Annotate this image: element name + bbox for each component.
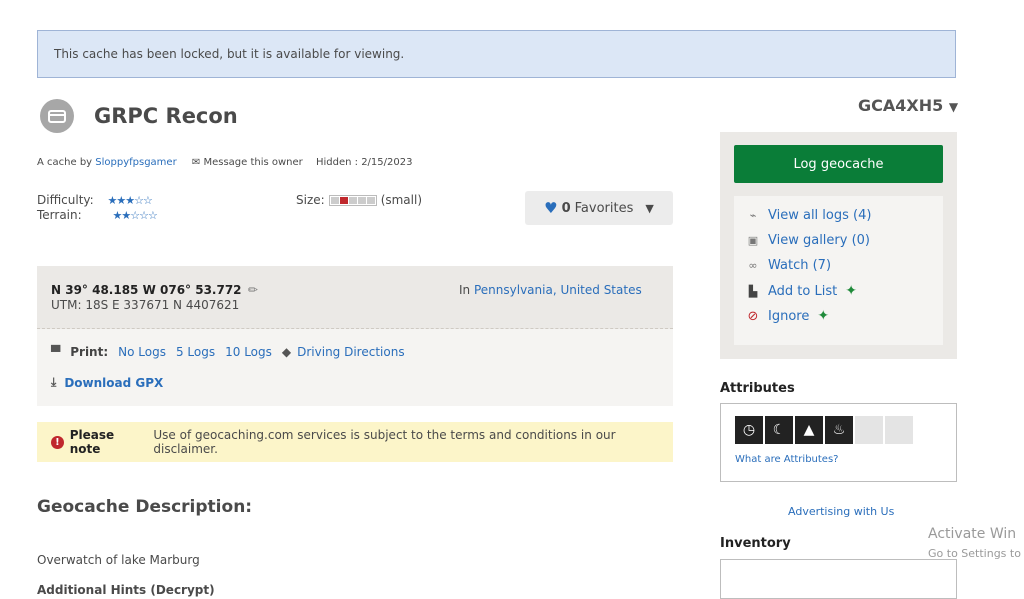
download-gpx-link[interactable]: Download GPX xyxy=(64,376,163,390)
add-to-list-link[interactable]: Add to List xyxy=(768,284,837,299)
activation-watermark-sub: Go to Settings to xyxy=(928,547,1021,560)
edit-pencil-icon[interactable]: ✏ xyxy=(248,283,258,297)
location: In Pennsylvania, United States xyxy=(459,283,642,297)
tent-icon: ▲ xyxy=(795,416,823,444)
activation-watermark: Activate Win xyxy=(928,526,1017,542)
alert-icon: ! xyxy=(51,435,64,449)
binoculars-icon: ∞ xyxy=(748,259,758,272)
locked-banner-text: This cache has been locked, but it is av… xyxy=(54,47,405,61)
favorites-label: Favorites xyxy=(574,200,634,216)
print-5-logs-link[interactable]: 5 Logs xyxy=(176,345,215,359)
driving-directions-link[interactable]: Driving Directions xyxy=(297,345,404,359)
favorites-count: 0 xyxy=(561,200,571,216)
terrain-stars: ★★☆☆☆ xyxy=(112,209,158,222)
sidebar-links: ⌁ View all logs (4) ▣ View gallery (0) ∞… xyxy=(734,196,943,345)
difficulty-terrain: Difficulty: ★★★☆☆ Terrain: ★★☆☆☆ xyxy=(37,193,158,223)
print-no-logs-link[interactable]: No Logs xyxy=(118,345,166,359)
cache-size: Size: (small) xyxy=(296,193,422,207)
note-bold: Please note xyxy=(69,428,115,456)
size-meter xyxy=(328,194,377,206)
owner-link[interactable]: Sloppyfpsgamer xyxy=(95,157,176,168)
print-options: ▀ Print: No Logs 5 Logs 10 Logs ◆ Drivin… xyxy=(51,345,405,359)
coordinates: N 39° 48.185 W 076° 53.772 ✏ xyxy=(51,283,258,297)
note-text: Use of geocaching.com services is subjec… xyxy=(153,428,616,456)
clock-icon: ◷ xyxy=(735,416,763,444)
message-owner-link[interactable]: ✉ Message this owner xyxy=(192,157,306,168)
directions-icon: ◆ xyxy=(281,345,292,359)
utm-coordinates: UTM: 18S E 337671 N 4407621 xyxy=(51,298,240,312)
dropdown-arrow-icon: ▼ xyxy=(948,100,959,114)
hidden-date: Hidden : 2/15/2023 xyxy=(315,157,413,168)
print-label: Print: xyxy=(70,345,109,359)
dropdown-arrow-icon: ▼ xyxy=(645,201,654,215)
attributes-box: ◷ ☾ ▲ ♨ What are Attributes? xyxy=(720,403,957,482)
campfire-icon: ♨ xyxy=(825,416,853,444)
view-all-logs-link[interactable]: View all logs (4) xyxy=(768,208,871,223)
bookmark-icon: ▙ xyxy=(748,284,758,298)
cache-title: GRPC Recon xyxy=(94,104,238,128)
ignore-link[interactable]: Ignore xyxy=(768,309,809,324)
cache-code[interactable]: GCA4XH5 ▼ xyxy=(858,96,958,115)
description-heading: Geocache Description: xyxy=(37,497,253,517)
add-to-list-item[interactable]: ▙ Add to List ✦ xyxy=(746,283,857,299)
cache-type-icon xyxy=(40,99,74,133)
description-text: Overwatch of lake Marburg xyxy=(37,553,200,567)
premium-icon: ✦ xyxy=(817,308,830,324)
sidebar-actions: Log geocache ⌁ View all logs (4) ▣ View … xyxy=(720,132,957,359)
inventory-box xyxy=(720,559,957,599)
coordinates-panel: N 39° 48.185 W 076° 53.772 ✏ UTM: 18S E … xyxy=(37,266,673,406)
cache-byline: A cache by Sloppyfpsgamer ✉ Message this… xyxy=(37,157,413,168)
view-gallery-link[interactable]: View gallery (0) xyxy=(768,233,870,248)
coordinates-header: N 39° 48.185 W 076° 53.772 ✏ UTM: 18S E … xyxy=(37,266,673,329)
view-all-logs-item[interactable]: ⌁ View all logs (4) xyxy=(746,208,872,223)
premium-icon: ✦ xyxy=(845,283,857,299)
inventory-heading: Inventory xyxy=(720,536,791,551)
download-gpx: ⤓ Download GPX xyxy=(51,375,163,390)
night-icon: ☾ xyxy=(765,416,793,444)
gallery-icon: ▣ xyxy=(747,234,759,247)
printer-icon: ▀ xyxy=(51,345,61,359)
difficulty-label: Difficulty: xyxy=(37,193,94,207)
size-value: (small) xyxy=(380,193,423,207)
difficulty-stars: ★★★☆☆ xyxy=(107,194,153,207)
download-icon: ⤓ xyxy=(51,375,57,389)
favorites-button[interactable]: ♥ 0 Favorites ▼ xyxy=(525,191,673,225)
advertising-link[interactable]: Advertising with Us xyxy=(788,505,894,518)
ignore-item[interactable]: ⊘ Ignore ✦ xyxy=(746,308,830,324)
terrain-label: Terrain: xyxy=(37,208,82,222)
attribute-icons: ◷ ☾ ▲ ♨ xyxy=(735,416,913,444)
locked-banner: This cache has been locked, but it is av… xyxy=(37,30,956,78)
location-link[interactable]: Pennsylvania, United States xyxy=(474,283,642,297)
disclaimer-note: ! Please note Use of geocaching.com serv… xyxy=(37,422,673,462)
size-label: Size: xyxy=(296,193,325,207)
envelope-icon: ✉ xyxy=(191,157,201,168)
what-are-attributes-link[interactable]: What are Attributes? xyxy=(735,454,838,465)
logs-icon: ⌁ xyxy=(749,209,757,222)
attributes-heading: Attributes xyxy=(720,381,795,396)
log-geocache-button[interactable]: Log geocache xyxy=(734,145,943,183)
watch-item[interactable]: ∞ Watch (7) xyxy=(746,258,831,273)
watch-link[interactable]: Watch (7) xyxy=(768,258,831,273)
view-gallery-item[interactable]: ▣ View gallery (0) xyxy=(746,233,870,248)
blank-attribute xyxy=(885,416,913,444)
ignore-icon: ⊘ xyxy=(747,308,759,324)
print-10-logs-link[interactable]: 10 Logs xyxy=(225,345,272,359)
blank-attribute xyxy=(855,416,883,444)
heart-icon: ♥ xyxy=(544,199,558,217)
additional-hints: Additional Hints (Decrypt) xyxy=(37,583,215,597)
